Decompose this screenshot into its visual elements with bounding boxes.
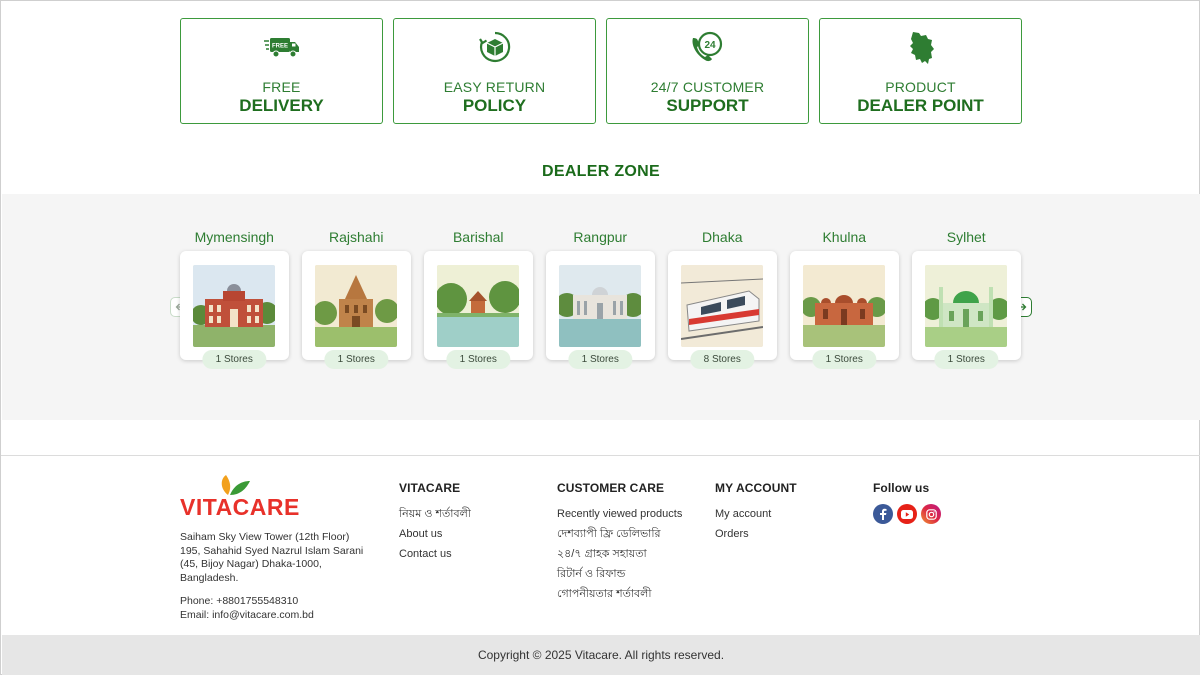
copyright-bar: Copyright © 2025 Vitacare. All rights re… xyxy=(2,635,1200,675)
dealer-image xyxy=(559,265,642,347)
truck-free-icon: FREE xyxy=(263,29,300,65)
store-count-badge: 1 Stores xyxy=(446,350,510,369)
hours-icon-text: 24 xyxy=(704,40,716,51)
return-box-icon xyxy=(477,29,513,65)
feature-small-label: PRODUCT xyxy=(885,79,956,95)
footer-col-my-account: MY ACCOUNT My account Orders xyxy=(715,481,797,544)
free-icon-text: FREE xyxy=(271,44,287,50)
dealer-card[interactable]: 8 Stores xyxy=(668,251,777,369)
email-text[interactable]: Email: info@vitacare.com.bd xyxy=(180,609,314,623)
dealer-image xyxy=(925,265,1008,347)
feature-free-delivery[interactable]: FREE FREE DELIVERY xyxy=(180,18,383,124)
vitacare-logo[interactable]: VITACARE xyxy=(180,475,310,520)
company-address: Saiham Sky View Tower (12th Floor) 195, … xyxy=(180,531,380,585)
phone-24-icon: 24 xyxy=(690,29,726,65)
footer-divider xyxy=(1,455,1200,456)
store-count-badge: 1 Stores xyxy=(568,350,632,369)
feature-small-label: FREE xyxy=(262,79,301,95)
dealer-card[interactable]: 1 Stores xyxy=(790,251,899,369)
feature-big-label: DEALER POINT xyxy=(857,96,984,115)
bangladesh-map-icon xyxy=(903,29,939,65)
dealer-rangpur[interactable]: Rangpur 1 Stores xyxy=(546,229,655,369)
dealer-zone-title: DEALER ZONE xyxy=(542,163,660,180)
footer-col-title: MY ACCOUNT xyxy=(715,481,797,495)
dealer-rajshahi[interactable]: Rajshahi 1 Stores xyxy=(302,229,411,369)
social-links xyxy=(873,504,941,524)
store-count-badge: 1 Stores xyxy=(934,350,998,369)
dealer-name: Dhaka xyxy=(702,229,743,245)
dealer-card[interactable]: 1 Stores xyxy=(546,251,655,369)
feature-small-label: EASY RETURN xyxy=(443,79,546,95)
instagram-icon[interactable] xyxy=(921,504,941,524)
dealer-card[interactable]: 1 Stores xyxy=(912,251,1021,369)
address-line: Bangladesh. xyxy=(180,571,239,584)
footer-col-title: VITACARE xyxy=(399,481,461,495)
dealer-name: Barishal xyxy=(452,229,504,245)
copyright-text: Copyright © 2025 Vitacare. All rights re… xyxy=(477,648,725,662)
dealer-image xyxy=(803,265,886,347)
dealer-image xyxy=(681,265,764,347)
dealer-card[interactable]: 1 Stores xyxy=(302,251,411,369)
facebook-icon[interactable] xyxy=(873,504,893,524)
feature-customer-support[interactable]: 24 24/7 CUSTOMER SUPPORT xyxy=(606,18,809,124)
store-count-badge: 1 Stores xyxy=(812,350,876,369)
address-line: Saiham Sky View Tower (12th Floor) xyxy=(180,531,350,543)
feature-big-label: SUPPORT xyxy=(666,96,749,115)
dealer-name: Mymensingh xyxy=(194,229,274,245)
footer-link-support[interactable]: ২৪/৭ গ্রাহক সহায়তা xyxy=(557,544,682,564)
dealer-dhaka[interactable]: Dhaka 8 Stores xyxy=(668,229,777,369)
dealer-name: Rangpur xyxy=(573,229,628,245)
footer-col-vitacare: VITACARE নিয়ম ও শর্তাবলী About us Conta… xyxy=(399,481,471,564)
footer-col-title: Follow us xyxy=(873,481,930,495)
dealer-image xyxy=(193,265,276,347)
feature-dealer-point[interactable]: PRODUCT DEALER POINT xyxy=(819,18,1022,124)
dealer-khulna[interactable]: Khulna 1 Stores xyxy=(790,229,899,369)
phone-text[interactable]: Phone: +8801755548310 xyxy=(180,595,314,609)
logo-text: VITACARE xyxy=(180,494,300,519)
feature-big-label: DELIVERY xyxy=(239,96,324,115)
footer-link-recently-viewed[interactable]: Recently viewed products xyxy=(557,504,682,524)
dealer-name: Rajshahi xyxy=(329,229,384,245)
dealer-image xyxy=(437,265,520,347)
address-line: (45, Bijoy Nagar) Dhaka-1000, xyxy=(180,558,322,570)
store-count-badge: 8 Stores xyxy=(690,350,754,369)
dealer-mymensingh[interactable]: Mymensingh 1 Stores xyxy=(180,229,289,369)
feature-easy-return[interactable]: EASY RETURN POLICY xyxy=(393,18,596,124)
footer-link-my-account[interactable]: My account xyxy=(715,504,797,524)
address-line: 195, Sahahid Syed Nazrul Islam Sarani xyxy=(180,544,364,557)
company-contact: Phone: +8801755548310 Email: info@vitaca… xyxy=(180,595,314,622)
footer-link-orders[interactable]: Orders xyxy=(715,524,797,544)
feature-small-label: 24/7 CUSTOMER xyxy=(650,79,765,95)
youtube-icon[interactable] xyxy=(897,504,917,524)
dealer-card[interactable]: 1 Stores xyxy=(180,251,289,369)
store-count-badge: 1 Stores xyxy=(324,350,388,369)
footer-link-about[interactable]: About us xyxy=(399,524,471,544)
footer-link-privacy[interactable]: গোপনীয়তার শর্তাবলী xyxy=(557,584,682,604)
footer-link-terms[interactable]: নিয়ম ও শর্তাবলী xyxy=(399,504,471,524)
footer-link-contact[interactable]: Contact us xyxy=(399,544,471,564)
footer-col-title: CUSTOMER CARE xyxy=(557,481,665,495)
dealer-carousel: Mymensingh 1 Stores Rajshahi 1 Stores Ba… xyxy=(180,229,1021,369)
dealer-card[interactable]: 1 Stores xyxy=(424,251,533,369)
footer-col-customer-care: CUSTOMER CARE Recently viewed products দ… xyxy=(557,481,682,604)
footer-link-return-refund[interactable]: রিটার্ন ও রিফান্ড xyxy=(557,564,682,584)
dealer-image xyxy=(315,265,398,347)
feature-big-label: POLICY xyxy=(462,96,527,115)
dealer-name: Khulna xyxy=(822,229,867,245)
dealer-name: Sylhet xyxy=(946,229,986,245)
store-count-badge: 1 Stores xyxy=(202,350,266,369)
dealer-barishal[interactable]: Barishal 1 Stores xyxy=(424,229,533,369)
dealer-sylhet[interactable]: Sylhet 1 Stores xyxy=(912,229,1021,369)
footer-col-follow: Follow us xyxy=(873,481,941,524)
features-row: FREE FREE DELIVERY EASY RETURN POLICY 24… xyxy=(180,18,1023,124)
footer-link-free-delivery[interactable]: দেশব্যাপী ফ্রি ডেলিভারি xyxy=(557,524,682,544)
